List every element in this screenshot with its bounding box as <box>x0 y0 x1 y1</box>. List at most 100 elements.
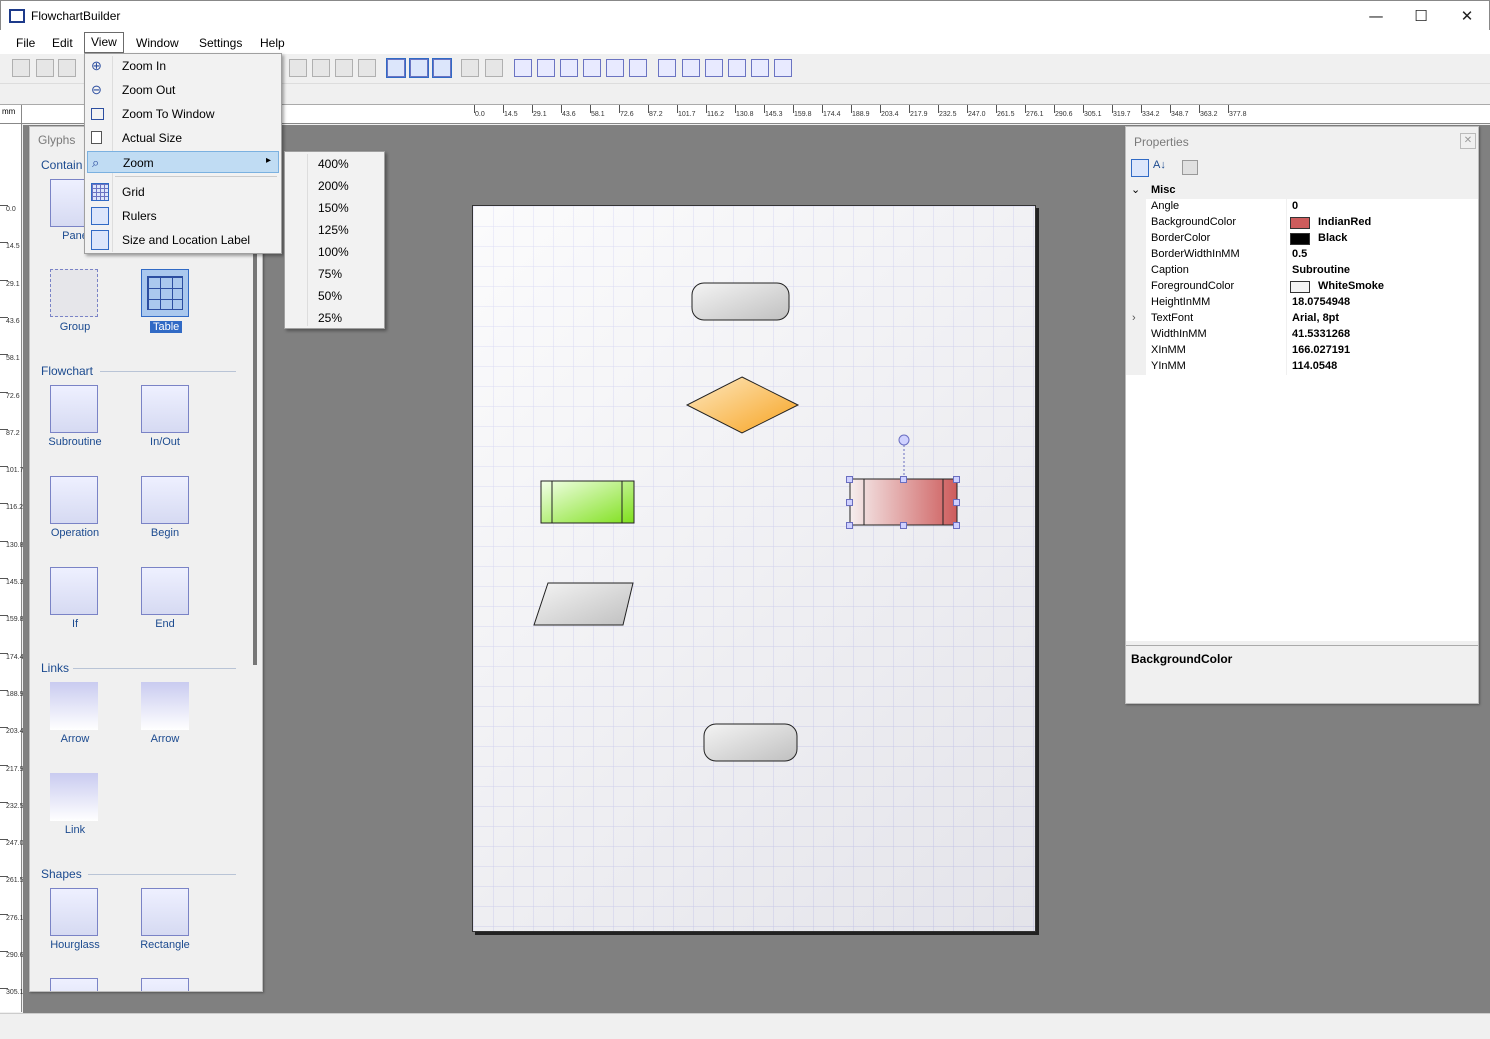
property-row[interactable]: › TextFont Arial, 8pt <box>1126 311 1478 327</box>
glyph-group[interactable] <box>50 269 98 317</box>
align-middle-icon[interactable] <box>606 59 624 77</box>
menu-item-grid[interactable]: Grid <box>87 181 279 203</box>
save-icon[interactable] <box>36 59 54 77</box>
resize-handle[interactable] <box>900 522 907 529</box>
align-right-icon[interactable] <box>560 59 578 77</box>
glyph-link[interactable] <box>50 773 98 821</box>
glyph-operation[interactable] <box>50 476 98 524</box>
property-value[interactable]: Black <box>1318 232 1347 244</box>
resize-handle[interactable] <box>953 476 960 483</box>
decision-shape[interactable] <box>685 376 800 434</box>
minimize-button[interactable]: — <box>1353 1 1399 31</box>
open-icon[interactable] <box>12 59 30 77</box>
zoom-option-25[interactable]: 25% <box>318 311 342 325</box>
zoom-option-75[interactable]: 75% <box>318 267 342 281</box>
property-value[interactable]: 0.5 <box>1292 248 1307 260</box>
property-row[interactable]: HeightInMM 18.0754948 <box>1126 295 1478 311</box>
property-row[interactable]: Angle 0 <box>1126 199 1478 215</box>
glyph-table[interactable] <box>141 269 189 317</box>
close-icon[interactable]: ✕ <box>1460 133 1476 149</box>
zoom-option-50[interactable]: 50% <box>318 289 342 303</box>
property-value[interactable]: WhiteSmoke <box>1318 280 1384 292</box>
menu-item-size-location-label[interactable]: Size and Location Label <box>87 229 279 251</box>
resize-handle[interactable] <box>846 522 853 529</box>
glyph-arrow[interactable] <box>50 682 98 730</box>
menu-edit[interactable]: Edit <box>46 34 79 52</box>
menu-view[interactable]: View <box>84 32 124 53</box>
resize-handle[interactable] <box>846 499 853 506</box>
menu-item-zoom[interactable]: ⌕ Zoom ▸ <box>87 151 279 173</box>
glyph-more[interactable] <box>141 978 189 991</box>
rotation-handle[interactable] <box>898 434 910 446</box>
property-value[interactable]: 41.5331268 <box>1292 328 1350 340</box>
glyph-rectangle[interactable] <box>141 888 189 936</box>
property-row[interactable]: WidthInMM 41.5331268 <box>1126 327 1478 343</box>
save-all-icon[interactable] <box>58 59 76 77</box>
send-back-icon[interactable] <box>751 59 769 77</box>
size-label-toggle-icon[interactable] <box>432 58 452 78</box>
menu-window[interactable]: Window <box>130 34 185 52</box>
subroutine-shape-green[interactable] <box>540 480 635 524</box>
property-row[interactable]: BackgroundColor IndianRed <box>1126 215 1478 231</box>
glyph-if[interactable] <box>50 567 98 615</box>
property-value[interactable]: 114.0548 <box>1292 360 1337 372</box>
glyph-hourglass[interactable] <box>50 888 98 936</box>
chevron-down-icon[interactable]: ⌄ <box>1131 183 1140 196</box>
zoom-window-toolbar-icon[interactable] <box>335 59 353 77</box>
align-left-icon[interactable] <box>514 59 532 77</box>
property-row[interactable]: BorderColor Black <box>1126 231 1478 247</box>
bring-front-icon[interactable] <box>728 59 746 77</box>
property-row[interactable]: BorderWidthInMM 0.5 <box>1126 247 1478 263</box>
maximize-button[interactable]: ☐ <box>1398 1 1444 31</box>
glyph-more[interactable] <box>50 978 98 991</box>
property-row[interactable]: XInMM 166.027191 <box>1126 343 1478 359</box>
size-same-height-icon[interactable] <box>682 59 700 77</box>
property-pages-icon[interactable] <box>1182 160 1198 175</box>
category-row[interactable]: ⌄ Misc <box>1126 183 1478 199</box>
property-value[interactable]: Subroutine <box>1292 264 1350 276</box>
menu-item-zoom-in[interactable]: ⊕ Zoom In <box>87 55 279 77</box>
resize-handle[interactable] <box>953 522 960 529</box>
property-value[interactable]: 0 <box>1292 200 1298 212</box>
actual-size-toolbar-icon[interactable] <box>358 59 376 77</box>
grid-toggle-icon[interactable] <box>386 58 406 78</box>
menu-item-actual-size[interactable]: Actual Size <box>87 127 279 149</box>
glyph-subroutine[interactable] <box>50 385 98 433</box>
align-center-icon[interactable] <box>537 59 555 77</box>
zoom-option-150[interactable]: 150% <box>318 201 349 215</box>
sort-alpha-icon[interactable]: A↓ <box>1153 159 1171 177</box>
property-row[interactable]: Caption Subroutine <box>1126 263 1478 279</box>
add-point-icon[interactable] <box>461 59 479 77</box>
chevron-right-icon[interactable]: › <box>1132 312 1136 324</box>
property-value[interactable]: 18.0754948 <box>1292 296 1350 308</box>
glyph-begin[interactable] <box>141 476 189 524</box>
glyph-inout[interactable] <box>141 385 189 433</box>
resize-handle[interactable] <box>900 476 907 483</box>
diagram-page[interactable] <box>472 205 1036 932</box>
order-icon[interactable] <box>774 59 792 77</box>
menu-item-zoom-out[interactable]: ⊖ Zoom Out <box>87 79 279 101</box>
property-row[interactable]: ForegroundColor WhiteSmoke <box>1126 279 1478 295</box>
zoom-option-200[interactable]: 200% <box>318 179 349 193</box>
resize-handle[interactable] <box>953 499 960 506</box>
glyph-end[interactable] <box>141 567 189 615</box>
property-value[interactable]: IndianRed <box>1318 216 1371 228</box>
end-shape[interactable] <box>703 723 798 762</box>
begin-shape[interactable] <box>691 282 790 321</box>
rulers-toggle-icon[interactable] <box>409 58 429 78</box>
zoom-in-toolbar-icon[interactable] <box>289 59 307 77</box>
categorized-icon[interactable] <box>1131 159 1149 177</box>
menu-settings[interactable]: Settings <box>193 34 248 52</box>
zoom-option-400[interactable]: 400% <box>318 157 349 171</box>
align-bottom-icon[interactable] <box>629 59 647 77</box>
glyph-arrow-2[interactable] <box>141 682 189 730</box>
zoom-out-toolbar-icon[interactable] <box>312 59 330 77</box>
property-value[interactable]: Arial, 8pt <box>1292 312 1339 324</box>
menu-file[interactable]: File <box>10 34 41 52</box>
menu-help[interactable]: Help <box>254 34 291 52</box>
inout-shape[interactable] <box>533 582 634 626</box>
zoom-option-100[interactable]: 100% <box>318 245 349 259</box>
size-same-width-icon[interactable] <box>658 59 676 77</box>
close-button[interactable]: ✕ <box>1444 1 1490 31</box>
menu-item-zoom-to-window[interactable]: Zoom To Window <box>87 103 279 125</box>
